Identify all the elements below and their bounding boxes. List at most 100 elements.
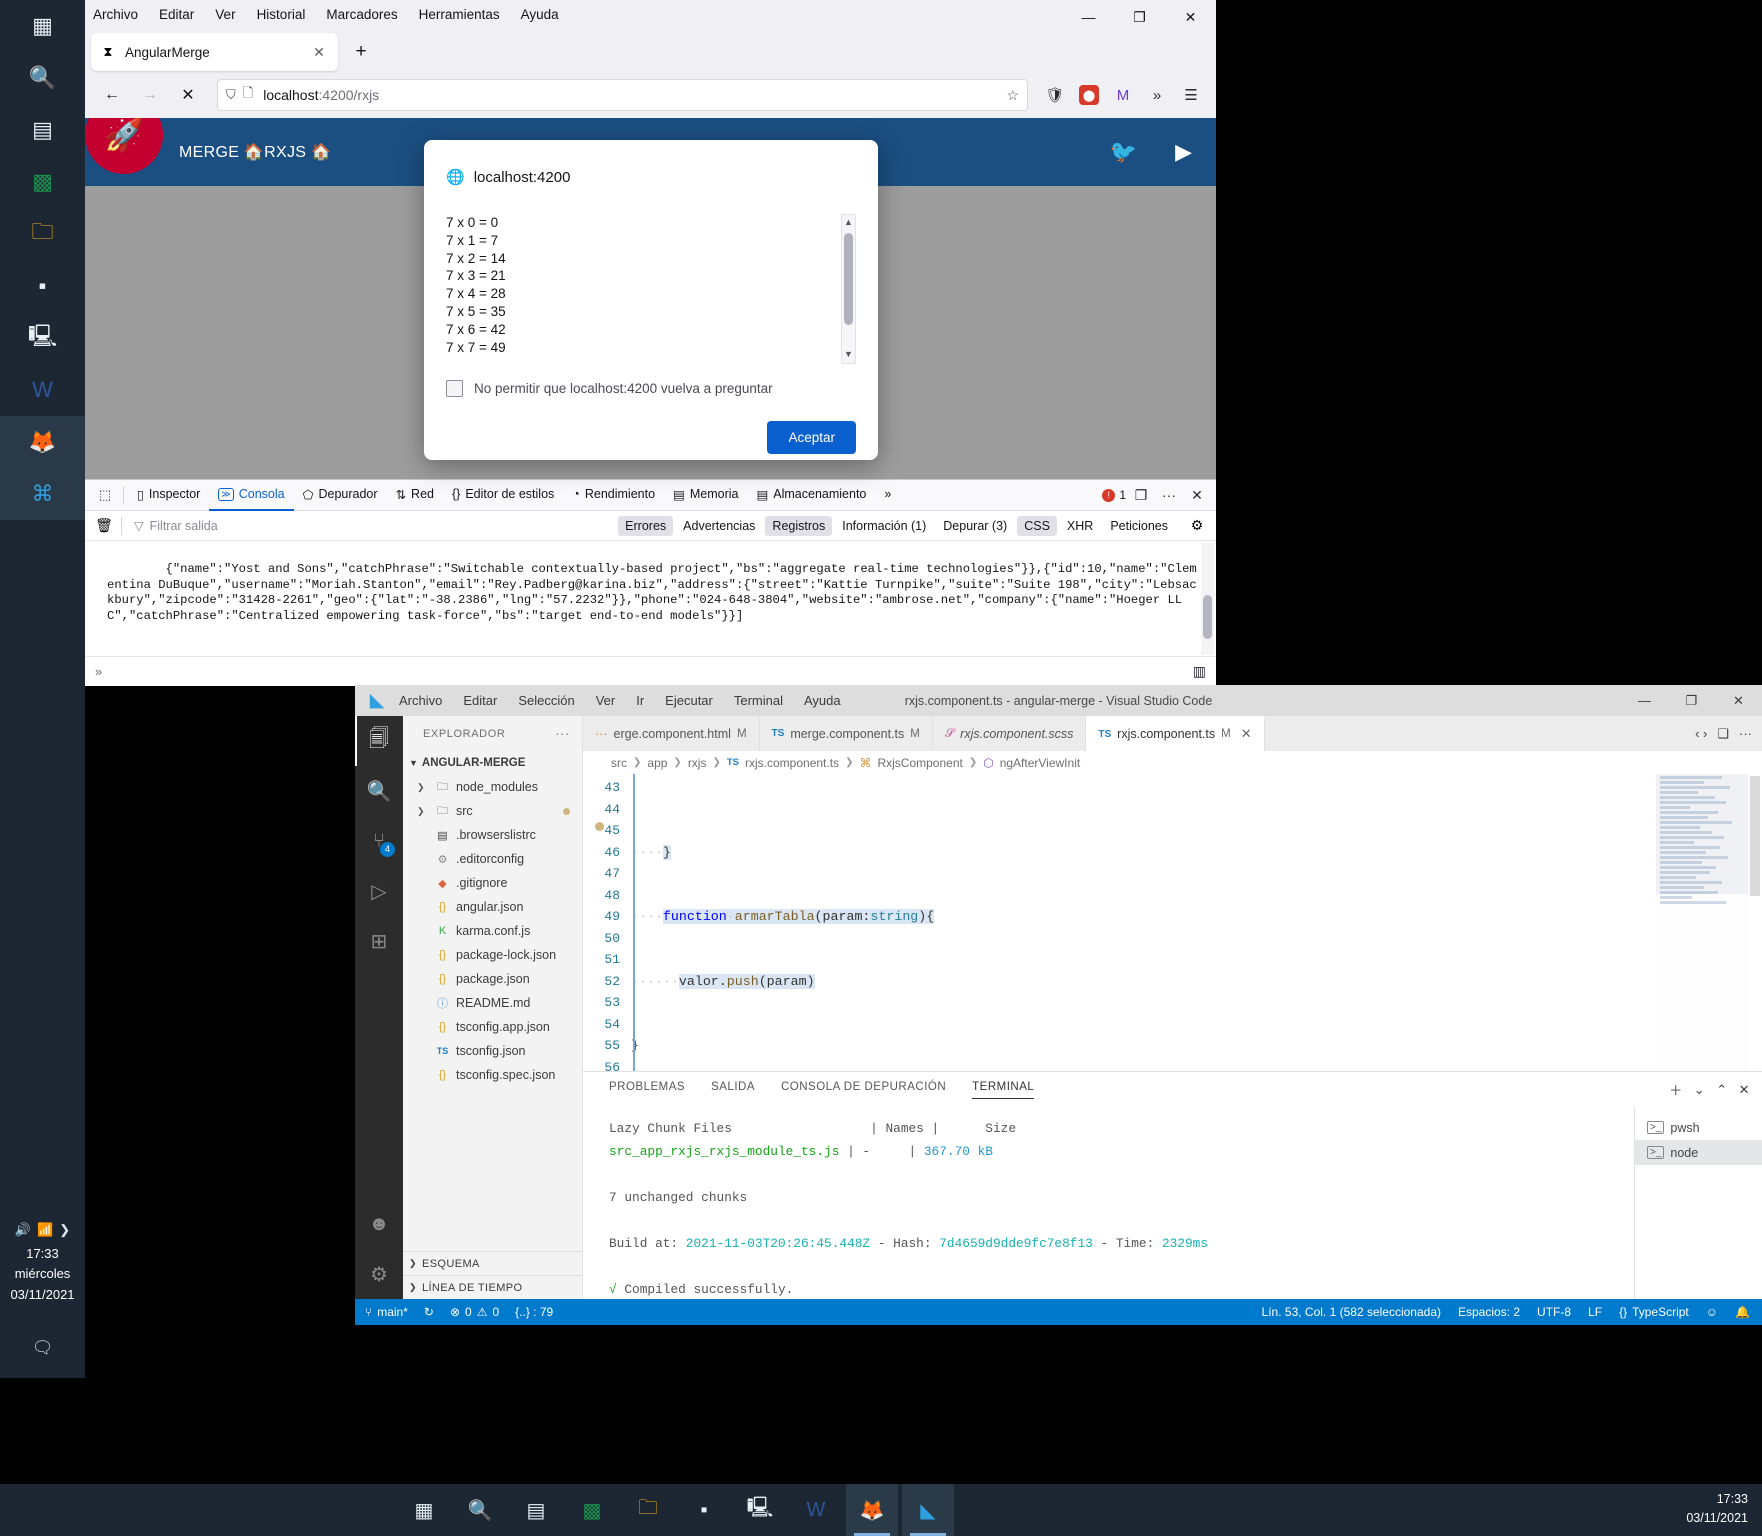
explorer-item-angular-json[interactable]: {} angular.json: [403, 895, 582, 919]
metamask-icon[interactable]: M: [1108, 80, 1138, 110]
back-forward-icon[interactable]: ‹ ›: [1695, 726, 1707, 741]
back-button[interactable]: ←: [95, 79, 129, 111]
statusbar-sync[interactable]: ↻: [424, 1305, 434, 1319]
explorer-item-package-lock-json[interactable]: {} package-lock.json: [403, 943, 582, 967]
breadcrumb-class[interactable]: RxjsComponent: [877, 756, 962, 770]
vsc-menu-ir[interactable]: Ir: [636, 693, 644, 708]
vsc-menu-ayuda[interactable]: Ayuda: [804, 693, 841, 708]
breadcrumb-file[interactable]: rxjs.component.ts: [745, 756, 839, 770]
add-terminal-icon[interactable]: ＋: [1669, 1080, 1683, 1099]
taskbar-remote-desktop-icon[interactable]: 🖳: [0, 312, 85, 364]
statusbar-feedback-icon[interactable]: ☺: [1706, 1305, 1718, 1319]
gear-icon[interactable]: ⚙: [1184, 515, 1210, 537]
console-layout-icon[interactable]: ▥: [1193, 663, 1206, 680]
taskbar-taskview-button[interactable]: ▤: [510, 1484, 562, 1536]
statusbar-encoding[interactable]: UTF-8: [1537, 1305, 1571, 1319]
scroll-down-icon[interactable]: ▼: [842, 347, 855, 363]
statusbar-language[interactable]: {} TypeScript: [1619, 1305, 1689, 1319]
chevron-right-icon[interactable]: ❯: [59, 1222, 70, 1238]
explorer-item-tsconfig-app-json[interactable]: {} tsconfig.app.json: [403, 1015, 582, 1039]
statusbar-indentation[interactable]: Espacios: 2: [1458, 1305, 1520, 1319]
taskbar-word-icon[interactable]: W: [0, 364, 85, 416]
vsc-minimize-button[interactable]: —: [1621, 685, 1668, 716]
pocket-icon[interactable]: 🛡: [1040, 80, 1070, 110]
statusbar-branch[interactable]: ⑂ main*: [365, 1305, 408, 1319]
devtools-tab-console[interactable]: ≫ Consola: [209, 480, 294, 511]
explorer-icon[interactable]: 🗐: [355, 716, 403, 766]
taskbar-folder-icon[interactable]: 🗀: [0, 208, 85, 260]
devtools-tab-memory[interactable]: ▤ Memoria: [664, 480, 747, 511]
filter-chip-informacion[interactable]: Información (1): [835, 516, 933, 536]
address-bar[interactable]: ⛉ 🗋 localhost:4200/rxjs ☆: [217, 79, 1028, 111]
menu-historial[interactable]: Historial: [257, 7, 306, 22]
explorer-section-esquema[interactable]: ❯ ESQUEMA: [403, 1251, 582, 1275]
browser-tab-angularmerge[interactable]: ⧗ AngularMerge ✕: [91, 33, 338, 71]
new-tab-button[interactable]: +: [347, 38, 375, 66]
account-icon[interactable]: ☻: [355, 1199, 403, 1249]
taskbar-firefox-button[interactable]: 🦊: [846, 1484, 898, 1536]
explorer-item-tsconfig-spec-json[interactable]: {} tsconfig.spec.json: [403, 1063, 582, 1087]
terminal-output[interactable]: Lazy Chunk Files | Names | Size src_app_…: [583, 1107, 1634, 1299]
editor-tab-rxjs-component-scss[interactable]: 𝓢rxjs.component.scss: [932, 716, 1087, 751]
statusbar-eol[interactable]: LF: [1588, 1305, 1602, 1319]
console-scroll-thumb[interactable]: [1203, 595, 1212, 639]
devtools-close-icon[interactable]: ✕: [1184, 483, 1210, 507]
vsc-menu-archivo[interactable]: Archivo: [399, 693, 442, 708]
panel-tab-problemas[interactable]: PROBLEMAS: [609, 1081, 685, 1098]
filter-chip-registros[interactable]: Registros: [765, 515, 833, 536]
taskbar-excel-button[interactable]: ▩: [566, 1484, 618, 1536]
devtools-tabs-overflow[interactable]: »: [875, 480, 900, 511]
tab-close-icon[interactable]: ✕: [308, 41, 330, 63]
menu-marcadores[interactable]: Marcadores: [326, 7, 397, 22]
split-console-icon[interactable]: ❐: [1128, 483, 1154, 507]
code-lines[interactable]: ····} ····function·armarTabla(param:stri…: [631, 774, 1762, 1071]
volume-icon[interactable]: 🔊: [15, 1222, 31, 1238]
editor-scrollbar[interactable]: [1748, 774, 1762, 1071]
meatball-menu-icon[interactable]: ···: [1156, 483, 1182, 507]
breadcrumb-method[interactable]: ngAfterViewInit: [1000, 756, 1081, 770]
more-actions-icon[interactable]: ···: [1739, 726, 1752, 741]
close-panel-icon[interactable]: ✕: [1739, 1082, 1750, 1098]
explorer-item-package-json[interactable]: {} package.json: [403, 967, 582, 991]
twitter-icon[interactable]: 🐦: [1110, 139, 1137, 165]
wifi-icon[interactable]: 📶: [37, 1222, 53, 1238]
statusbar-ports[interactable]: {..} : 79: [515, 1305, 553, 1319]
console-filter-input[interactable]: ▽ Filtrar salida: [134, 518, 218, 534]
menu-archivo[interactable]: Archivo: [93, 7, 138, 22]
suppress-dialogs-row[interactable]: No permitir que localhost:4200 vuelva a …: [446, 380, 856, 397]
forward-button[interactable]: →: [133, 79, 167, 111]
panel-tab-salida[interactable]: SALIDA: [711, 1081, 755, 1098]
dialog-scrollbar[interactable]: ▲ ▼: [841, 214, 856, 364]
vsc-menu-seleccion[interactable]: Selección: [518, 693, 574, 708]
taskbar-remote-desktop-button[interactable]: 🖳: [734, 1484, 786, 1536]
devtools-tab-debugger[interactable]: ⬠ Depurador: [294, 480, 387, 511]
filter-chip-depurar[interactable]: Depurar (3): [936, 516, 1014, 536]
editor-tab-close-icon[interactable]: ✕: [1241, 726, 1252, 742]
devtools-tab-performance[interactable]: ◔ Rendimiento: [563, 480, 664, 511]
editor-scroll-thumb[interactable]: [1750, 776, 1760, 896]
vsc-menu-terminal[interactable]: Terminal: [734, 693, 783, 708]
split-editor-icon[interactable]: ❏: [1717, 726, 1729, 742]
taskbar-excel-icon[interactable]: ▩: [0, 156, 85, 208]
devtools-tab-storage[interactable]: ▤ Almacenamiento: [747, 480, 875, 511]
menu-ver[interactable]: Ver: [215, 7, 235, 22]
breadcrumb-app[interactable]: app: [647, 756, 667, 770]
element-picker-icon[interactable]: ⬚: [91, 483, 119, 507]
app-menu-icon[interactable]: ☰: [1176, 80, 1206, 110]
accept-button[interactable]: Aceptar: [767, 421, 856, 454]
statusbar-cursor-position[interactable]: Lín. 53, Col. 1 (582 seleccionada): [1262, 1305, 1441, 1319]
taskbar-terminal-button[interactable]: ▪: [678, 1484, 730, 1536]
explorer-item-tsconfig-json[interactable]: TS tsconfig.json: [403, 1039, 582, 1063]
statusbar-bell-icon[interactable]: 🔔: [1735, 1305, 1750, 1319]
notifications-icon[interactable]: 🗨: [0, 1338, 85, 1358]
vsc-close-button[interactable]: ✕: [1715, 685, 1762, 716]
filter-chip-xhr[interactable]: XHR: [1060, 516, 1100, 536]
taskbar-folder-button[interactable]: 🗀: [622, 1484, 674, 1536]
explorer-item-gitignore[interactable]: ◆ .gitignore: [403, 871, 582, 895]
run-debug-icon[interactable]: ▷: [355, 866, 403, 916]
editor-tab-rxjs-component-ts[interactable]: TS rxjs.component.ts M ✕: [1086, 716, 1265, 751]
devtools-tab-inspector[interactable]: ▯ Inspector: [128, 480, 209, 511]
explorer-more-icon[interactable]: ···: [555, 726, 570, 741]
explorer-item-editorconfig[interactable]: ⚙ .editorconfig: [403, 847, 582, 871]
explorer-item-karma-conf[interactable]: Kkarma.conf.js: [403, 919, 582, 943]
